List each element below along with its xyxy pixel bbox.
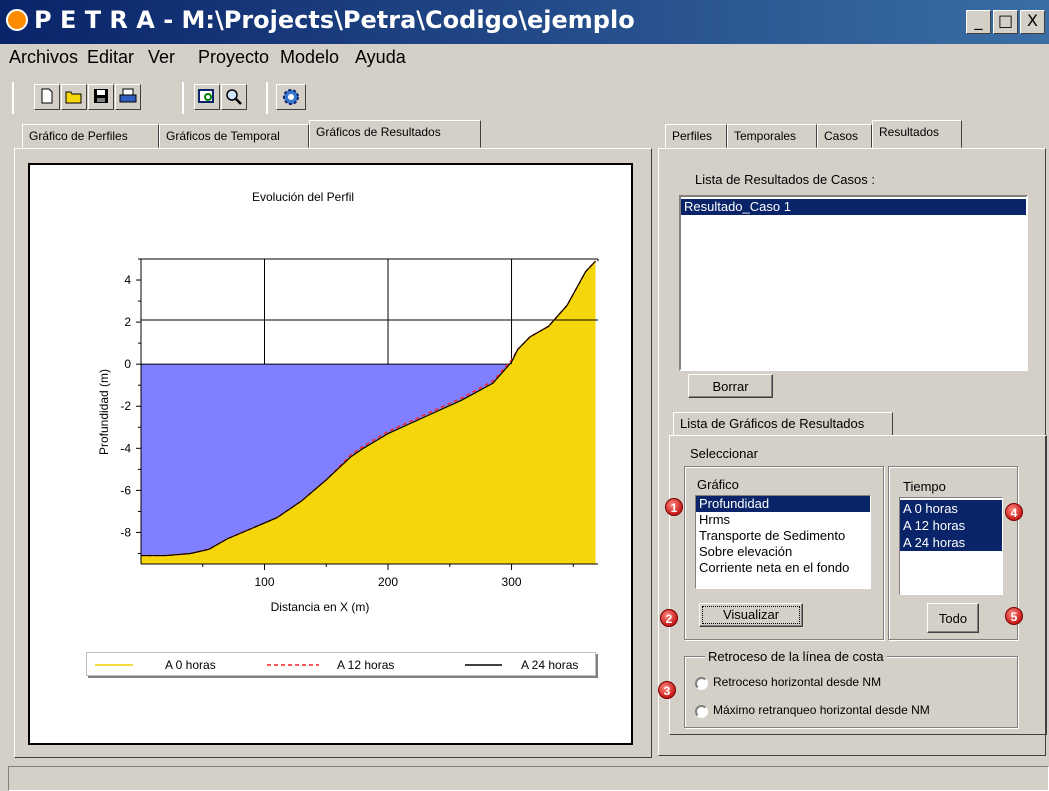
coastline-group: Retroceso de la línea de costa Retroceso… (684, 649, 1018, 728)
results-list[interactable]: Resultado_Caso 1 (679, 195, 1028, 371)
results-list-item[interactable]: Resultado_Caso 1 (681, 199, 1026, 215)
results-section: Lista de Resultados de Casos : Resultado… (659, 149, 1041, 407)
legend-label-24h: A 24 horas (521, 658, 578, 672)
graph-item-transporte[interactable]: Transporte de Sedimento (696, 528, 870, 544)
maximize-button[interactable]: □ (993, 10, 1018, 34)
graph-item-corriente[interactable]: Corriente neta en el fondo (696, 560, 870, 576)
chart-xlabel: Distancia en X (m) (271, 600, 370, 614)
tab-perfiles[interactable]: Perfiles (665, 124, 727, 148)
tab-casos[interactable]: Casos (817, 124, 872, 148)
x-tick-label: 100 (254, 575, 274, 589)
time-group: Tiempo A 0 horas A 12 horas A 24 horas T… (888, 466, 1018, 640)
graph-item-sobre-elevacion[interactable]: Sobre elevación (696, 544, 870, 560)
tab-temporales[interactable]: Temporales (727, 124, 817, 148)
tab-lista-graficos[interactable]: Lista de Gráficos de Resultados (673, 412, 893, 436)
tab-resultados[interactable]: Resultados (872, 120, 962, 148)
graph-list[interactable]: Profundidad Hrms Transporte de Sedimento… (695, 495, 871, 589)
minimize-button[interactable]: _ (966, 10, 991, 34)
all-button[interactable]: Todo (927, 603, 979, 633)
new-file-icon[interactable] (34, 84, 60, 110)
menu-modelo[interactable]: Modelo (280, 47, 339, 68)
radio-label-maximo: Máximo retranqueo horizontal desde NM (713, 703, 930, 717)
menu-archivos[interactable]: Archivos (9, 47, 78, 68)
tab-grafico-perfiles[interactable]: Gráfico de Perfiles (22, 124, 159, 148)
time-list[interactable]: A 0 horas A 12 horas A 24 horas (899, 497, 1003, 595)
magnifier-icon[interactable] (221, 84, 247, 110)
title-bar: P E T R A - M:\Projects\Petra\Codigo\eje… (0, 0, 1049, 44)
time-item-12h[interactable]: A 12 horas (900, 517, 1002, 534)
menu-proyecto[interactable]: Proyecto (198, 47, 269, 68)
chart-legend: A 0 horas A 12 horas A 24 horas (86, 652, 596, 676)
time-item-24h[interactable]: A 24 horas (900, 534, 1002, 551)
visualize-button[interactable]: Visualizar (699, 603, 803, 627)
badge-2: 2 (660, 609, 678, 627)
time-group-label: Tiempo (903, 479, 946, 494)
app-logo-icon (6, 9, 28, 31)
zoom-window-icon[interactable] (194, 84, 220, 110)
window-title: P E T R A - M:\Projects\Petra\Codigo\eje… (34, 6, 635, 34)
chart-title: Evolución del Perfil (252, 190, 354, 204)
tab-graficos-temporal[interactable]: Gráficos de Temporal (159, 124, 309, 148)
radio-retroceso-horizontal[interactable] (695, 677, 708, 690)
badge-1: 1 (665, 498, 683, 516)
y-tick-label: 0 (124, 357, 131, 371)
chart-canvas: 4 2 0 -2 -4 -6 -8 100 200 300 Evolución del Perfi… (28, 163, 633, 745)
chart-ylabel: Profundidad (m) (97, 369, 111, 455)
graphs-panel: Seleccionar Gráfico Profundidad Hrms Tra… (669, 435, 1047, 735)
legend-label-12h: A 12 horas (337, 658, 394, 672)
save-disk-icon[interactable] (88, 84, 114, 110)
y-tick-label: -4 (120, 441, 131, 455)
coastline-group-label: Retroceso de la línea de costa (705, 649, 887, 664)
badge-4: 4 (1005, 503, 1023, 521)
y-tick-label: 2 (124, 315, 131, 329)
x-tick-label: 200 (378, 575, 398, 589)
open-folder-icon[interactable] (61, 84, 87, 110)
toolbar-separator (12, 82, 14, 114)
results-list-label: Lista de Resultados de Casos : (695, 172, 875, 187)
y-tick-label: -8 (120, 525, 131, 539)
time-item-0h[interactable]: A 0 horas (900, 500, 1002, 517)
toolbar (0, 74, 1049, 120)
right-tab-strip: Perfiles Temporales Casos Resultados (665, 120, 975, 150)
radio-label-retroceso: Retroceso horizontal desde NM (713, 675, 882, 689)
x-tick-label: 300 (502, 575, 522, 589)
graph-item-profundidad[interactable]: Profundidad (696, 496, 870, 512)
select-label: Seleccionar (690, 446, 758, 461)
y-tick-label: -2 (120, 399, 131, 413)
delete-button[interactable]: Borrar (688, 374, 773, 398)
gear-icon[interactable] (276, 84, 306, 110)
radio-maximo-retranqueo[interactable] (695, 705, 708, 718)
close-button[interactable]: X (1020, 10, 1045, 34)
menu-ver[interactable]: Ver (148, 47, 175, 68)
right-tab-panel: Lista de Resultados de Casos : Resultado… (658, 148, 1047, 756)
badge-3: 3 (658, 681, 676, 699)
left-tab-strip: Gráfico de Perfiles Gráficos de Temporal… (22, 120, 482, 150)
left-tab-panel: 4 2 0 -2 -4 -6 -8 100 200 300 Evolución del Perfi… (14, 148, 652, 758)
toolbar-separator (182, 82, 184, 114)
y-tick-label: 4 (124, 273, 131, 287)
tab-graficos-resultados[interactable]: Gráficos de Resultados (309, 120, 481, 148)
toolbar-separator (266, 82, 268, 114)
graph-group: Gráfico Profundidad Hrms Transporte de S… (684, 466, 884, 640)
menu-ayuda[interactable]: Ayuda (355, 47, 406, 68)
menu-bar: Archivos Editar Ver Proyecto Modelo Ayud… (0, 44, 1049, 72)
badge-5: 5 (1005, 607, 1023, 625)
menu-editar[interactable]: Editar (87, 47, 134, 68)
status-bar (8, 766, 1049, 791)
y-tick-label: -6 (120, 483, 131, 497)
legend-label-0h: A 0 horas (165, 658, 216, 672)
graph-item-hrms[interactable]: Hrms (696, 512, 870, 528)
graph-group-label: Gráfico (697, 477, 739, 492)
print-icon[interactable] (115, 84, 141, 110)
